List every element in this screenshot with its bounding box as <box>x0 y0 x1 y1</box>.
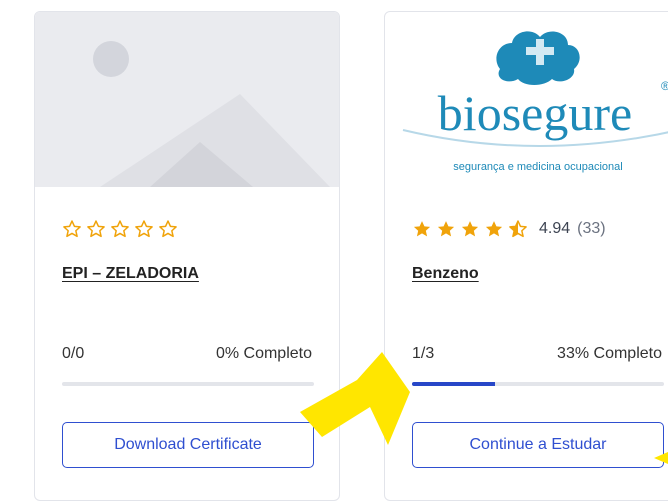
star-outline-icon <box>158 219 182 239</box>
rating-value: 4.94 <box>539 220 571 237</box>
continue-studying-button[interactable]: Continue a Estudar <box>412 422 664 468</box>
download-certificate-button[interactable]: Download Certificate <box>62 422 314 468</box>
progress-percent: 0% Completo <box>215 345 312 362</box>
star-filled-icon <box>436 219 460 239</box>
logo-registered-mark: ® <box>661 79 668 93</box>
progress-bar-fill <box>412 382 496 386</box>
progress-bar <box>412 382 664 386</box>
course-title-link[interactable]: Benzeno <box>412 265 479 283</box>
star-outline-icon <box>86 219 110 239</box>
star-filled-icon <box>484 219 508 239</box>
star-rating <box>62 219 182 239</box>
rating-count: (33) <box>577 220 606 237</box>
progress-percent: 33% Completo <box>557 345 662 362</box>
star-outline-icon <box>62 219 86 239</box>
biosegure-logo: biosegure ® segurança e medicina ocupaci… <box>385 12 668 187</box>
star-filled-icon <box>460 219 484 239</box>
progress-count: 1/3 <box>412 345 435 362</box>
course-title-link[interactable]: EPI – ZELADORIA <box>62 265 199 283</box>
star-rating: 4.94 (33) <box>412 219 606 239</box>
star-outline-icon <box>110 219 134 239</box>
logo-brand-text: biosegure <box>438 85 632 141</box>
course-card[interactable]: EPI – ZELADORIA 0/0 0% Completo Download… <box>34 11 340 501</box>
star-half-icon <box>508 219 532 239</box>
progress-bar <box>62 382 314 386</box>
image-placeholder-icon <box>35 12 339 187</box>
progress-count: 0/0 <box>62 345 85 362</box>
star-filled-icon <box>412 219 436 239</box>
course-card[interactable]: biosegure ® segurança e medicina ocupaci… <box>384 11 668 501</box>
logo-tagline: segurança e medicina ocupacional <box>453 161 622 173</box>
star-outline-icon <box>134 219 158 239</box>
